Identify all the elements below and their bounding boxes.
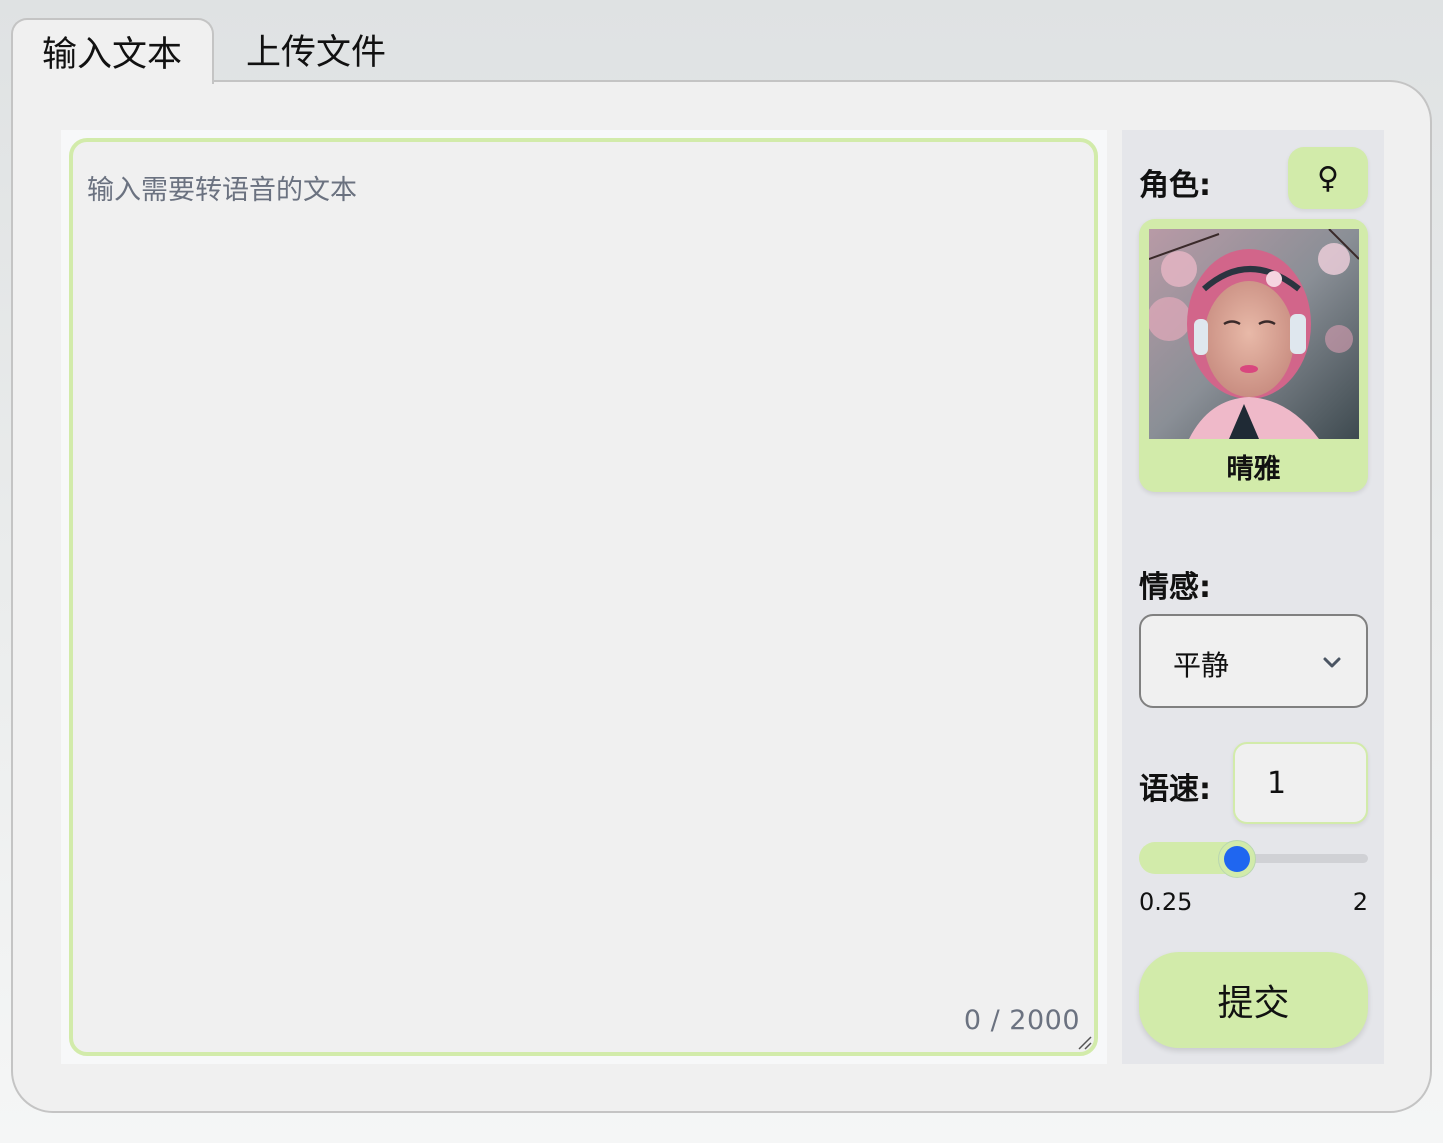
speed-slider[interactable] [1139,840,1368,878]
gender-toggle-button[interactable]: ♀ [1288,147,1368,209]
text-editor: 0 / 2000 [69,138,1098,1056]
char-counter: 0 / 2000 [963,1005,1080,1036]
role-card[interactable]: 晴雅 [1139,219,1368,492]
speed-label: 语速: [1139,772,1211,807]
chevron-down-icon [1323,657,1341,668]
text-input[interactable] [73,142,1094,1052]
tab-input-text[interactable]: 输入文本 [11,18,214,84]
role-name: 晴雅 [1226,454,1281,485]
tab-panel: 0 / 2000 角色: ♀ [11,80,1432,1113]
tab-bar: 输入文本 上传文件 [11,18,1432,84]
slider-thumb[interactable] [1218,840,1256,878]
editor-container: 0 / 2000 [61,130,1107,1064]
role-label: 角色: [1139,168,1211,203]
slider-min-label: 0.25 [1139,888,1193,916]
role-avatar [1149,229,1359,439]
portrait-image [1149,229,1359,439]
settings-sidebar: 角色: ♀ 晴雅 情感: 平静 语速: 1 0.25 2 提交 [1122,130,1384,1064]
tab-upload-file[interactable]: 上传文件 [246,18,426,82]
female-symbol-icon: ♀ [1317,160,1339,196]
resize-handle-icon[interactable] [1076,1034,1092,1050]
submit-button[interactable]: 提交 [1139,952,1368,1048]
emotion-select[interactable]: 平静 [1139,614,1368,708]
emotion-label: 情感: [1139,570,1211,605]
emotion-select-value: 平静 [1173,649,1230,682]
speed-input[interactable] [1233,742,1368,824]
slider-max-label: 2 [1352,888,1368,916]
